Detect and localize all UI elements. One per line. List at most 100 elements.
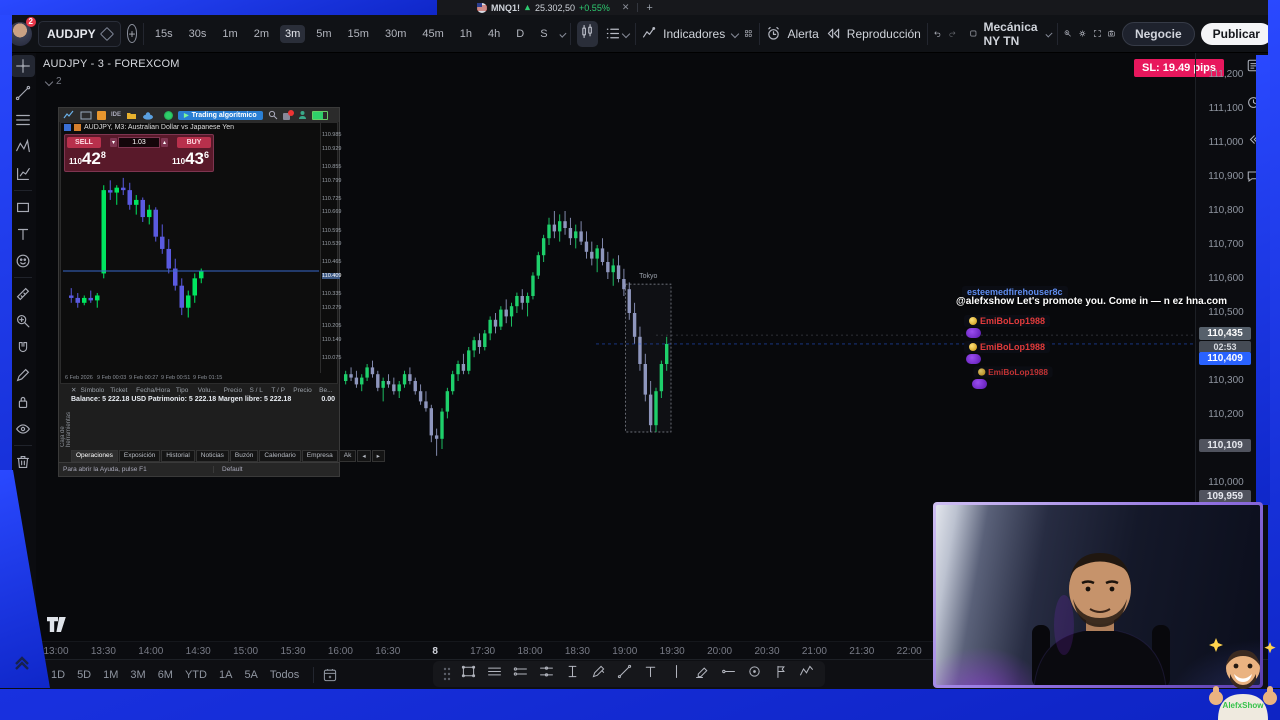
- mt5-col-precio2[interactable]: Precio: [293, 387, 319, 394]
- remove-drawings-tool[interactable]: [11, 451, 35, 473]
- legend-collapse[interactable]: 2: [44, 76, 62, 87]
- fav-levels-tool[interactable]: [538, 663, 555, 685]
- mt5-date-axis[interactable]: 6 Feb 2026 9 Feb 00:03 9 Feb 00:27 9 Feb 00…: [63, 375, 318, 383]
- mt5-ide-icon[interactable]: IDE: [111, 112, 121, 118]
- fav-parallel-lines-tool[interactable]: [486, 663, 503, 685]
- mt5-col-ticket[interactable]: Ticket: [110, 387, 136, 394]
- mt5-col-sl[interactable]: S / L: [250, 387, 272, 394]
- timeframe-30s[interactable]: 30s: [184, 25, 212, 43]
- range-5D[interactable]: 5D: [71, 666, 97, 684]
- mt5-tabs-right-icon[interactable]: ▸: [371, 450, 385, 462]
- range-1M[interactable]: 1M: [97, 666, 124, 684]
- mt5-tabs-left-icon[interactable]: ◂: [357, 450, 371, 462]
- redo-icon[interactable]: [948, 25, 957, 42]
- trendline-tool[interactable]: [11, 82, 35, 104]
- mt5-tab-empresa[interactable]: Empresa: [301, 450, 338, 462]
- mt5-tab-calendario[interactable]: Calendario: [259, 450, 301, 462]
- timeframe-45m[interactable]: 45m: [417, 25, 448, 43]
- fullscreen-icon[interactable]: [1093, 25, 1102, 42]
- layout-select-button[interactable]: Mecánica NY TN: [984, 20, 1053, 48]
- drawing-mode-tool[interactable]: [11, 364, 35, 386]
- mt5-tab-exposicion[interactable]: Exposición: [118, 450, 161, 462]
- range-6M[interactable]: 6M: [152, 666, 179, 684]
- chart-style-button[interactable]: [604, 25, 630, 42]
- mt5-tab-operaciones[interactable]: Operaciones: [71, 450, 118, 462]
- mt5-tab-historial[interactable]: Historial: [161, 450, 195, 462]
- new-tab-icon[interactable]: +: [646, 2, 652, 14]
- fav-circle-tool[interactable]: [746, 663, 763, 685]
- text-tool[interactable]: [11, 223, 35, 245]
- mt5-col-beneficio[interactable]: Be...: [319, 387, 337, 394]
- mt5-price-scale[interactable]: 110.985 110.929 110.855 110.799 110.725 110.6…: [320, 123, 341, 373]
- mt5-tab-mas[interactable]: Ak: [338, 450, 357, 462]
- chart-type-candles-button[interactable]: [576, 20, 598, 47]
- fib-tool[interactable]: [11, 109, 35, 131]
- range-3M[interactable]: 3M: [124, 666, 151, 684]
- camera-icon[interactable]: [1107, 25, 1116, 42]
- position-tool[interactable]: [11, 163, 35, 185]
- fav-text-tool[interactable]: [642, 663, 659, 685]
- timeframe-15m[interactable]: 15m: [343, 25, 374, 43]
- replay-button[interactable]: Reproducción: [825, 25, 921, 42]
- mt5-folder-icon[interactable]: [126, 111, 137, 120]
- timeframe-4h[interactable]: 4h: [483, 25, 505, 43]
- mt5-tab-buzon[interactable]: Buzón: [229, 450, 259, 462]
- layout-grid-icon[interactable]: [744, 25, 753, 42]
- shapes-tool[interactable]: [11, 196, 35, 218]
- timeframe-1m[interactable]: 1m: [217, 25, 242, 43]
- symbol-search-button[interactable]: AUDJPY: [38, 20, 121, 47]
- mt5-search-icon[interactable]: [268, 110, 278, 120]
- fav-zigzag-tool[interactable]: [798, 663, 815, 685]
- publish-button[interactable]: Publicar: [1200, 22, 1272, 45]
- mt5-col-volumen[interactable]: Volu...: [198, 387, 224, 394]
- fav-rect-tool[interactable]: [460, 663, 477, 685]
- chat-username[interactable]: EmiBoLop1988: [973, 366, 1053, 378]
- tradingview-logo[interactable]: [46, 616, 68, 633]
- hide-drawings-tool[interactable]: [11, 418, 35, 440]
- fav-trendline-tool[interactable]: [616, 663, 633, 685]
- tokyo-session-box[interactable]: [625, 283, 672, 433]
- range-YTD[interactable]: YTD: [179, 666, 213, 684]
- mt5-user-icon[interactable]: [298, 110, 307, 120]
- ruler-tool[interactable]: [11, 283, 35, 305]
- quick-search-icon[interactable]: [1063, 25, 1072, 42]
- panel-square-icon[interactable]: [969, 25, 978, 42]
- timeframe-15s[interactable]: 15s: [150, 25, 178, 43]
- range-5A[interactable]: 5A: [238, 666, 263, 684]
- chat-username[interactable]: EmiBoLop1988: [964, 315, 1051, 327]
- timeframe-1h[interactable]: 1h: [455, 25, 477, 43]
- undo-icon[interactable]: [933, 25, 942, 42]
- mt5-col-tipo[interactable]: Tipo: [176, 387, 198, 394]
- mt5-col-precio[interactable]: Precio: [224, 387, 250, 394]
- timeframe-D[interactable]: D: [511, 25, 529, 43]
- zoom-in-tool[interactable]: [11, 310, 35, 332]
- mt5-newchart-icon[interactable]: [80, 110, 92, 120]
- timeframes-dropdown-icon[interactable]: [558, 30, 566, 37]
- mt5-target-icon[interactable]: [164, 110, 174, 120]
- mt5-notifications-icon[interactable]: [282, 109, 294, 120]
- chat-username[interactable]: EmiBoLop1988: [964, 341, 1051, 353]
- timeframe-2m[interactable]: 2m: [249, 25, 274, 43]
- range-1D[interactable]: 1D: [45, 666, 71, 684]
- tab-close-icon[interactable]: ✕: [622, 2, 630, 13]
- lock-drawings-tool[interactable]: [11, 391, 35, 413]
- fav-brush-tool[interactable]: [590, 663, 607, 685]
- fav-info-line-tool[interactable]: [564, 663, 581, 685]
- drag-handle-icon[interactable]: [443, 667, 451, 681]
- mt5-tab-noticias[interactable]: Noticias: [195, 450, 229, 462]
- mt5-chart-area[interactable]: AUDJPY, M3: Australian Dollar vs Japanes…: [60, 122, 341, 384]
- mt5-col-fecha[interactable]: Fecha/Hora: [136, 387, 176, 394]
- pattern-tool[interactable]: [11, 136, 35, 158]
- mt5-algo-trading-button[interactable]: ▶ Trading algorítmico: [178, 110, 263, 120]
- trade-button[interactable]: Negocie: [1121, 21, 1195, 46]
- mt5-chart-icon[interactable]: [63, 110, 75, 120]
- mt5-cloud-icon[interactable]: [142, 111, 154, 120]
- fav-highlighter-tool[interactable]: [694, 663, 711, 685]
- crosshair-tool[interactable]: [11, 55, 35, 77]
- fav-ray-lines-tool[interactable]: [512, 663, 529, 685]
- timeframe-5m[interactable]: 5m: [311, 25, 336, 43]
- indicators-button[interactable]: Indicadores: [641, 25, 740, 42]
- timeframe-3m-active[interactable]: 3m: [279, 24, 306, 43]
- compare-add-icon[interactable]: +: [126, 24, 138, 43]
- mt5-cube-icon[interactable]: [97, 110, 106, 120]
